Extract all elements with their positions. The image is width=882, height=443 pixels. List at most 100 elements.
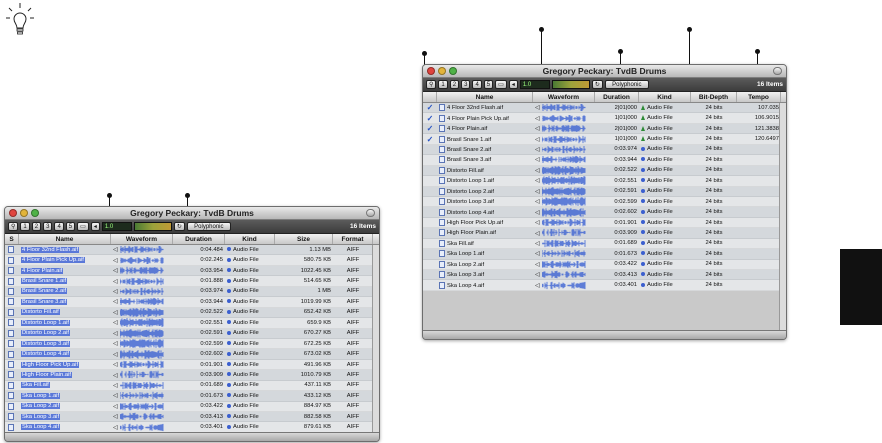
table-row[interactable]: Distorto Loop 1.aif ◁ 0:02.551 Audio File 24… — [423, 176, 786, 187]
table-row[interactable]: Ska Loop 4.aif ◁ 0:03.401 Audio File 24 bits — [423, 280, 786, 291]
waveform-cell[interactable]: ◁ — [111, 360, 173, 369]
speaker-icon[interactable]: ◁ — [113, 413, 120, 420]
column-header-s[interactable]: S — [5, 234, 19, 244]
speaker-icon[interactable]: ◁ — [535, 188, 542, 195]
file-name-cell[interactable]: Distorto Loop 3.aif — [437, 198, 533, 205]
toolbar-toggle-button[interactable] — [366, 209, 375, 217]
waveform-cell[interactable]: ◁ — [111, 307, 173, 317]
speaker-icon[interactable]: ◁ — [535, 240, 542, 247]
waveform-cell[interactable]: ◁ — [111, 381, 173, 390]
speaker-icon[interactable]: ◁ — [535, 156, 542, 163]
file-name-cell[interactable]: Brasil Snare 1.aif — [19, 278, 111, 285]
loop-button[interactable]: ↻ — [173, 222, 185, 231]
speaker-icon[interactable]: ◁ — [535, 104, 542, 111]
column-header-duration[interactable]: Duration — [595, 92, 639, 102]
file-name-cell[interactable]: Ska Loop 2.aif — [437, 260, 533, 268]
polyphonic-button[interactable]: Polyphonic — [186, 222, 231, 231]
table-row[interactable]: ✓ Brasil Snare 1.aif ◁ 1|01|000 Audio File 24… — [423, 134, 786, 145]
waveform-cell[interactable]: ◁ — [533, 103, 595, 112]
speaker-icon[interactable]: ◁ — [535, 282, 542, 289]
speaker-icon[interactable]: ◁ — [535, 250, 542, 257]
waveform-cell[interactable]: ◁ — [111, 297, 173, 306]
table-row[interactable]: 4 Floor 32nd Flash.aif ◁ 0:04.484 Audio Fil… — [5, 245, 379, 256]
waveform-cell[interactable]: ◁ — [111, 402, 173, 411]
file-name-cell[interactable]: Brasil Snare 3.aif — [437, 156, 533, 163]
table-row[interactable]: Distorto Loop 4.aif ◁ 0:02.602 Audio File 24… — [423, 207, 786, 218]
file-name-cell[interactable]: Distorto Loop 1.aif — [19, 319, 111, 326]
waveform-cell[interactable]: ◁ — [533, 281, 595, 290]
file-name-cell[interactable]: 4 Floor Plain.aif — [19, 267, 111, 274]
speaker-icon[interactable]: ◁ — [113, 351, 120, 358]
speaker-icon[interactable]: ◁ — [535, 271, 542, 278]
table-row[interactable]: High Floor Plain.aif ◁ 0:03.909 Audio File 1… — [5, 370, 379, 381]
speaker-icon[interactable]: ◁ — [113, 298, 120, 305]
level-meter[interactable] — [551, 80, 590, 89]
file-name-cell[interactable]: High Floor Pick Up.aif — [437, 219, 533, 226]
speaker-icon[interactable]: ◁ — [535, 146, 542, 153]
file-name-cell[interactable]: Brasil Snare 2.aif — [19, 288, 111, 295]
file-name-cell[interactable]: High Floor Plain.aif — [437, 229, 533, 236]
view-preset-2[interactable]: 2 — [449, 80, 460, 89]
file-name-cell[interactable]: Ska Loop 1.aif — [437, 250, 533, 257]
window-titlebar[interactable]: Gregory Peckary: TvdB Drums — [5, 207, 379, 220]
table-row[interactable]: Distorto Loop 3.aif ◁ 0:02.599 Audio File 67… — [5, 338, 379, 350]
table-row[interactable]: Distorto Fill.aif ◁ 0:02.522 Audio File 652.… — [5, 307, 379, 319]
table-row[interactable]: ✓ 4 Floor 32nd Flash.aif ◁ 2|01|000 Audio Fi… — [423, 103, 786, 114]
table-row[interactable]: ✓ 4 Floor Plain.aif ◁ 2|01|000 Audio File 24 … — [423, 123, 786, 135]
file-name-cell[interactable]: 4 Floor 32nd Flash.aif — [19, 246, 111, 253]
table-row[interactable]: Ska Loop 1.aif ◁ 0:01.673 Audio File 433.12 … — [5, 391, 379, 402]
file-name-cell[interactable]: Ska Fill.aif — [19, 382, 111, 389]
table-row[interactable]: Distorto Fill.aif ◁ 0:02.522 Audio File 24 b… — [423, 165, 786, 177]
file-name-cell[interactable]: Distorto Loop 1.aif — [437, 177, 533, 184]
speaker-icon[interactable]: ◁ — [535, 125, 542, 132]
speaker-icon[interactable]: ◁ — [535, 230, 542, 237]
vertical-scrollbar[interactable] — [372, 245, 379, 432]
minimize-button[interactable] — [20, 209, 28, 217]
horizontal-scrollbar[interactable] — [423, 330, 786, 339]
table-row[interactable]: Distorto Loop 2.aif ◁ 0:02.591 Audio File 67… — [5, 328, 379, 339]
speaker-icon[interactable]: ◁ — [535, 177, 542, 184]
column-header-name[interactable]: Name — [437, 92, 533, 102]
speaker-icon[interactable]: ◁ — [113, 319, 120, 326]
file-name-cell[interactable]: Ska Loop 1.aif — [19, 392, 111, 399]
table-row[interactable]: Distorto Loop 4.aif ◁ 0:02.602 Audio File 67… — [5, 349, 379, 360]
speaker-icon[interactable]: ◁ — [113, 330, 120, 337]
waveform-cell[interactable]: ◁ — [533, 207, 595, 217]
waveform-cell[interactable]: ◁ — [533, 124, 595, 133]
file-name-cell[interactable]: Distorto Loop 2.aif — [437, 187, 533, 195]
table-row[interactable]: High Floor Pick Up.aif ◁ 0:01.901 Audio Fil… — [423, 217, 786, 229]
table-row[interactable]: Brasil Snare 2.aif ◁ 0:03.974 Audio File 1 M… — [5, 286, 379, 298]
close-button[interactable] — [9, 209, 17, 217]
speaker-icon[interactable]: ◁ — [113, 278, 120, 285]
folder-button[interactable]: ▭ — [77, 222, 89, 231]
search-button[interactable]: ⚲ — [8, 222, 19, 231]
minimize-button[interactable] — [438, 67, 446, 75]
file-name-cell[interactable]: High Floor Pick Up.aif — [19, 361, 111, 368]
file-name-cell[interactable]: Ska Loop 3.aif — [437, 271, 533, 278]
checkmark-icon[interactable]: ✓ — [423, 114, 437, 123]
view-preset-4[interactable]: 4 — [54, 222, 64, 231]
toolbar-toggle-button[interactable] — [773, 67, 782, 75]
waveform-cell[interactable]: ◁ — [533, 218, 595, 227]
table-row[interactable]: Ska Loop 3.aif ◁ 0:03.413 Audio File 24 bits — [423, 270, 786, 281]
speaker-icon[interactable]: ◁ — [113, 361, 120, 368]
waveform-cell[interactable]: ◁ — [533, 155, 595, 164]
table-row[interactable]: High Floor Pick Up.aif ◁ 0:01.901 Audio Fil… — [5, 359, 379, 371]
waveform-cell[interactable]: ◁ — [111, 318, 173, 328]
column-header-kind[interactable]: Kind — [225, 234, 275, 244]
file-name-cell[interactable]: Distorto Fill.aif — [437, 166, 533, 174]
waveform-cell[interactable]: ◁ — [533, 186, 595, 196]
file-name-cell[interactable]: Brasil Snare 3.aif — [19, 298, 111, 305]
polyphonic-button[interactable]: Polyphonic — [604, 80, 649, 89]
column-header-name[interactable]: Name — [19, 234, 111, 244]
close-button[interactable] — [427, 67, 435, 75]
speaker-icon[interactable]: ◁ — [113, 267, 120, 274]
waveform-cell[interactable]: ◁ — [533, 239, 595, 248]
column-header-select[interactable] — [423, 92, 437, 102]
speaker-icon[interactable]: ◁ — [113, 257, 120, 264]
file-name-cell[interactable]: Distorto Loop 4.aif — [19, 351, 111, 358]
speaker-icon[interactable]: ◁ — [535, 115, 542, 122]
table-row[interactable]: Brasil Snare 3.aif ◁ 0:03.944 Audio File 101… — [5, 297, 379, 308]
table-row[interactable]: Brasil Snare 2.aif ◁ 0:03.974 Audio File 24 … — [423, 144, 786, 156]
level-meter[interactable] — [133, 222, 172, 231]
